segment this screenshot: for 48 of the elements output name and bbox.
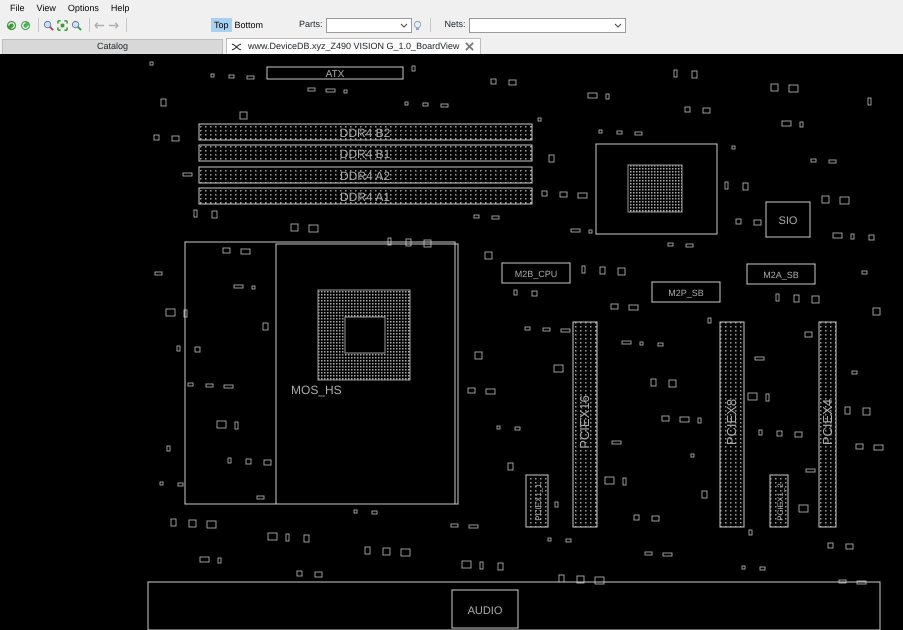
expansion-slot [526, 474, 548, 528]
field-label: Nets: [444, 18, 466, 32]
menu-item[interactable]: Help [106, 0, 138, 16]
caret-icon [400, 22, 408, 28]
connector-label: M2B_CPU [514, 269, 558, 279]
slot-label: DDR4 A2 [340, 169, 390, 183]
right-arrow-icon[interactable] [108, 20, 119, 30]
slot-label: PCIEX4 [820, 398, 835, 446]
document-tab[interactable]: www.DeviceDB.xyz_Z490 VISION G_1.0_BoardView [226, 38, 482, 54]
connector [452, 590, 518, 628]
left-arrow-icon[interactable] [94, 20, 105, 30]
close-icon[interactable] [465, 42, 474, 51]
slot-label: DDR4 B2 [340, 126, 390, 140]
menu-item[interactable]: View [32, 0, 64, 16]
zoom-in-icon[interactable] [43, 20, 54, 30]
crossed-arrows-icon [231, 42, 242, 50]
side-toggle[interactable]: Top [211, 18, 232, 32]
connector [746, 264, 816, 284]
document-tab[interactable]: Catalog [2, 39, 223, 54]
side-toggle[interactable]: Bottom [232, 18, 266, 32]
connector-label: M2A_SB [763, 270, 799, 280]
zoom-out-icon[interactable] [71, 20, 82, 30]
slot-label: PCIEX1_1 [534, 483, 543, 521]
slot-label: PCIEX16 [577, 395, 592, 449]
connector [652, 282, 720, 302]
heatsink-label: MOS_HS [291, 383, 342, 397]
slot-label: PCIEX8 [724, 398, 739, 446]
menu-item[interactable]: File [6, 0, 33, 16]
slot-label: DDR4 A1 [340, 190, 390, 204]
chip [766, 202, 810, 238]
refresh-icon[interactable] [6, 20, 17, 30]
connector [502, 262, 570, 284]
chip-label: SIO [778, 215, 798, 227]
dropdown-field[interactable] [326, 18, 412, 32]
tab-title: www.DeviceDB.xyz_Z490 VISION G_1.0_BoardView [248, 40, 460, 53]
connector-label: M2P_SB [668, 288, 704, 298]
slot-label: DDR4 B1 [340, 147, 390, 161]
fit-icon[interactable] [57, 20, 68, 30]
dropdown-field[interactable] [468, 18, 626, 32]
connector-label: ATX [326, 69, 344, 80]
caret-icon [614, 22, 622, 28]
slot-label: PCIEX1_2 [776, 483, 785, 521]
connector-label: AUDIO [468, 605, 502, 617]
menu-item[interactable]: Options [64, 0, 107, 16]
field-label: Parts: [299, 18, 323, 32]
refresh-icon[interactable] [20, 20, 31, 30]
expansion-slot [770, 474, 788, 528]
light-bulb-icon[interactable] [412, 20, 423, 30]
